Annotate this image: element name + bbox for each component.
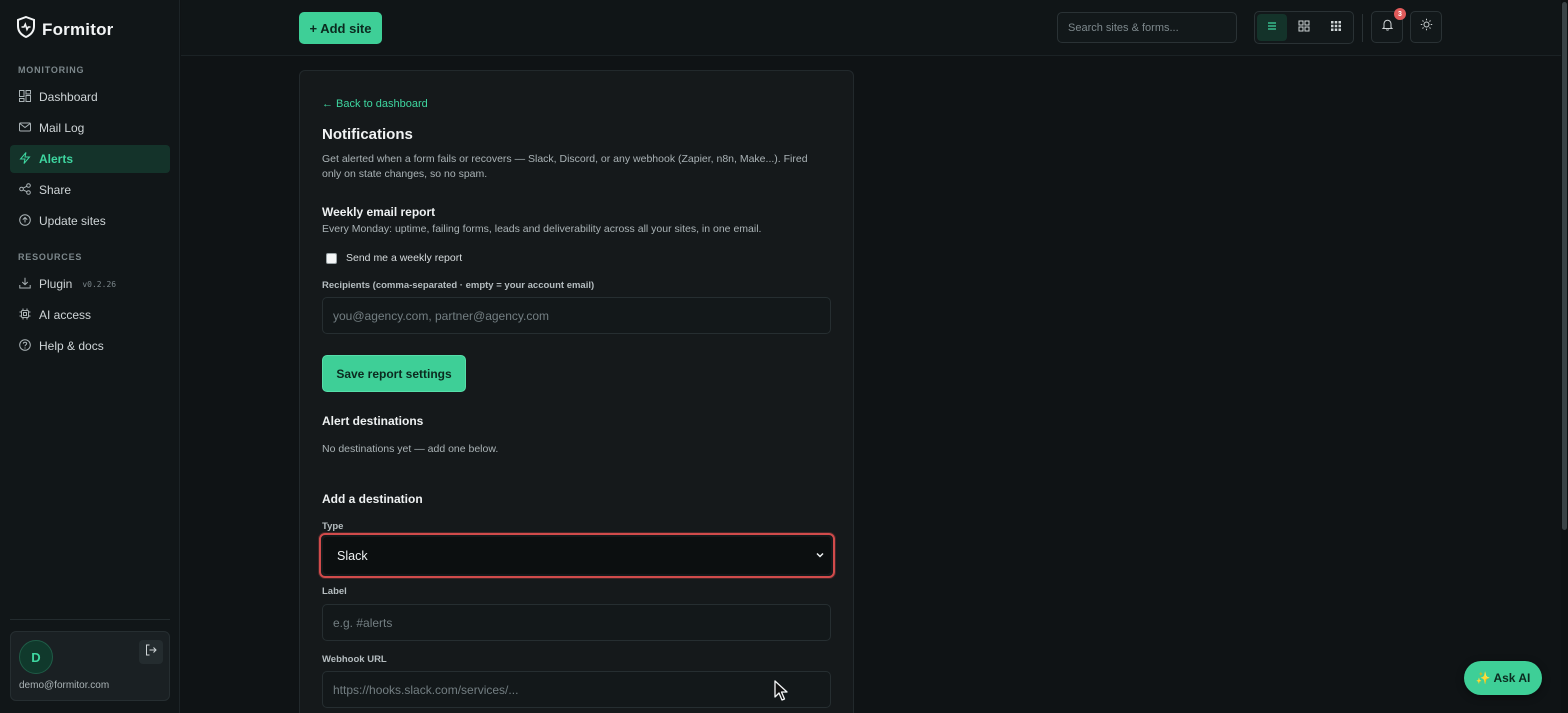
view-toggle-group: [1254, 11, 1354, 44]
sidebar-item-alerts[interactable]: Alerts: [10, 145, 170, 173]
list-view-button[interactable]: [1257, 14, 1287, 41]
type-select-focus-ring: Slack: [319, 533, 835, 578]
sidebar-item-label: Help & docs: [39, 339, 104, 353]
user-card: D demo@formitor.com: [10, 631, 170, 701]
chip-icon: [19, 308, 31, 323]
logout-button[interactable]: [139, 640, 163, 664]
save-report-settings-button[interactable]: Save report settings: [322, 355, 466, 392]
label-input[interactable]: [322, 604, 831, 641]
mail-icon: [19, 121, 31, 136]
scrollbar-thumb[interactable]: [1562, 2, 1567, 530]
list-icon: [1266, 19, 1278, 37]
theme-toggle-button[interactable]: [1410, 11, 1442, 43]
shield-heart-logo-icon: [16, 15, 36, 43]
user-email: demo@formitor.com: [19, 680, 110, 691]
compact-grid-icon: [1330, 19, 1342, 37]
lightning-icon: [19, 151, 31, 167]
grid-view-button[interactable]: [1289, 14, 1319, 41]
alert-destinations-title: Alert destinations: [322, 414, 424, 428]
sidebar-item-share[interactable]: Share: [10, 176, 170, 204]
dashboard-icon: [19, 89, 31, 105]
type-select[interactable]: Slack: [323, 537, 831, 574]
download-icon: [19, 277, 31, 292]
page-description: Get alerted when a form fails or recover…: [322, 153, 808, 180]
bell-icon: [1381, 18, 1394, 36]
sidebar-item-label: Share: [39, 183, 72, 197]
update-icon: [19, 213, 31, 229]
sidebar-item-label: Mail Log: [39, 121, 85, 135]
label-field-label: Label: [322, 586, 347, 597]
sidebar-item-label: Plugin: [39, 277, 73, 291]
webhook-url-label: Webhook URL: [322, 654, 387, 665]
alert-destinations-empty: No destinations yet — add one below.: [322, 443, 499, 455]
weekly-report-checkbox-row[interactable]: Send me a weekly report: [326, 252, 462, 264]
page-scrollbar[interactable]: [1561, 0, 1568, 713]
logout-icon: [145, 643, 157, 661]
sidebar-item-plugin[interactable]: Plugin v0.2.26: [10, 270, 170, 298]
weekly-report-checkbox[interactable]: [326, 252, 337, 264]
help-icon: [19, 338, 31, 354]
notifications-button[interactable]: 3: [1371, 8, 1406, 43]
plugin-version: v0.2.26: [82, 279, 117, 289]
topbar-separator: [1362, 14, 1363, 42]
weekly-report-description: Every Monday: uptime, failing forms, lea…: [322, 223, 762, 235]
sidebar-item-dashboard[interactable]: Dashboard: [10, 83, 170, 111]
ask-ai-button[interactable]: ✨ Ask AI: [1464, 661, 1542, 695]
sidebar-item-update-sites[interactable]: Update sites: [10, 207, 170, 235]
sidebar-item-label: Alerts: [39, 152, 74, 166]
chevron-down-icon: [815, 549, 825, 563]
recipients-label: Recipients (comma-separated · empty = yo…: [322, 280, 595, 291]
back-to-dashboard-link[interactable]: ← Back to dashboard: [322, 98, 428, 110]
type-select-value: Slack: [337, 548, 368, 563]
brand-name: Formitor: [42, 19, 114, 39]
section-label-resources: RESOURCES: [18, 252, 83, 262]
weekly-report-checkbox-label: Send me a weekly report: [346, 252, 463, 264]
sidebar-item-label: Update sites: [39, 214, 106, 228]
sidebar-divider: [10, 619, 170, 620]
mouse-cursor-icon: [774, 680, 790, 707]
sidebar: Formitor MONITORING Dashboard Mail Log A…: [0, 0, 180, 713]
add-destination-title: Add a destination: [322, 492, 423, 506]
sidebar-item-help-docs[interactable]: Help & docs: [10, 332, 170, 360]
add-site-button[interactable]: + Add site: [299, 12, 382, 44]
page-title: Notifications: [322, 126, 413, 143]
sidebar-item-label: AI access: [39, 308, 92, 322]
share-icon: [19, 182, 31, 198]
type-label: Type: [322, 521, 344, 532]
sun-icon: [1420, 18, 1433, 36]
brand[interactable]: Formitor: [16, 15, 114, 43]
compact-grid-view-button[interactable]: [1321, 14, 1351, 41]
avatar[interactable]: D: [19, 640, 53, 674]
topbar: + Add site 3: [181, 0, 1561, 56]
sidebar-item-ai-access[interactable]: AI access: [10, 301, 170, 329]
search-input[interactable]: [1057, 12, 1237, 43]
weekly-report-title: Weekly email report: [322, 205, 436, 219]
recipients-input[interactable]: [322, 297, 831, 334]
section-label-monitoring: MONITORING: [18, 65, 85, 75]
sidebar-item-label: Dashboard: [39, 90, 98, 104]
notifications-card: ← Back to dashboard Notifications Get al…: [299, 70, 854, 713]
webhook-url-input[interactable]: [322, 671, 831, 708]
notification-badge: 3: [1394, 8, 1406, 20]
grid-icon: [1298, 19, 1310, 37]
sidebar-item-mail-log[interactable]: Mail Log: [10, 114, 170, 142]
